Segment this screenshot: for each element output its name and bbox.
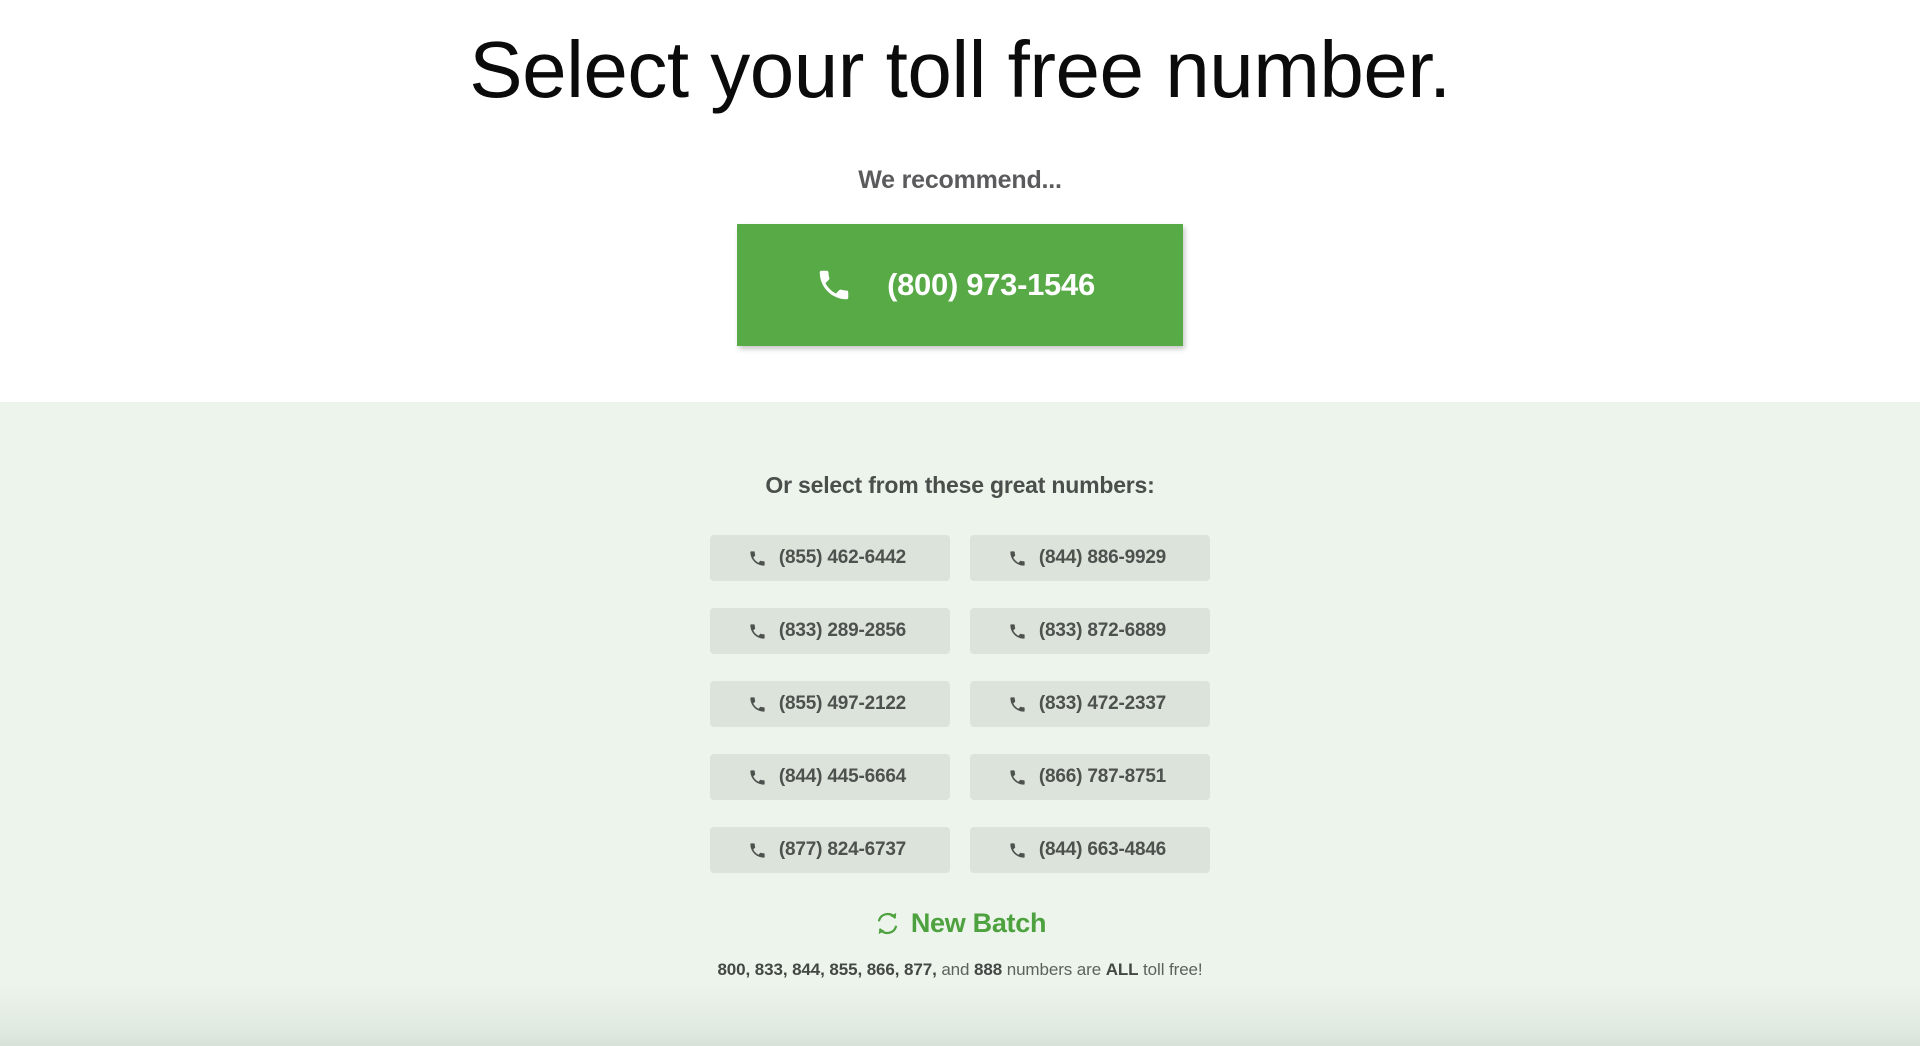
phone-icon <box>1008 695 1027 714</box>
number-option-button[interactable]: (844) 445-6664 <box>710 754 950 800</box>
phone-icon <box>1008 622 1027 641</box>
phone-icon <box>1008 768 1027 787</box>
footnote-middle: numbers are <box>1002 960 1106 979</box>
number-option-label: (855) 497-2122 <box>778 693 907 714</box>
toll-free-number-picker-page: Select your toll free number. We recomme… <box>0 0 1920 1046</box>
number-option-button[interactable]: (855) 497-2122 <box>710 681 950 727</box>
footnote-emphasis: ALL <box>1105 960 1139 979</box>
recommended-number-label: (800) 973-1546 <box>887 267 1095 302</box>
hero-section: Select your toll free number. We recomme… <box>0 0 1920 402</box>
number-option-label: (844) 886-9929 <box>1038 547 1167 568</box>
phone-icon <box>1008 841 1027 860</box>
number-option-button[interactable]: (866) 787-8751 <box>970 754 1210 800</box>
new-batch-label: New Batch <box>910 908 1047 938</box>
number-grid: (855) 462-6442 (844) 886-9929 (833) 289-… <box>710 535 1210 873</box>
phone-icon <box>815 266 853 304</box>
number-option-button[interactable]: (877) 824-6737 <box>710 827 950 873</box>
phone-icon <box>748 549 767 568</box>
footnote-prefixes: 800, 833, 844, 855, 866, 877, <box>717 960 937 979</box>
toll-free-footnote: 800, 833, 844, 855, 866, 877, and 888 nu… <box>0 960 1920 980</box>
footnote-last-prefix: 888 <box>974 960 1003 979</box>
phone-icon <box>748 695 767 714</box>
number-option-label: (833) 289-2856 <box>778 620 907 641</box>
number-picker-section: Or select from these great numbers: (855… <box>0 402 1920 1046</box>
new-batch-button[interactable]: New Batch <box>874 908 1046 939</box>
number-option-button[interactable]: (855) 462-6442 <box>710 535 950 581</box>
number-option-button[interactable]: (833) 872-6889 <box>970 608 1210 654</box>
picker-label: Or select from these great numbers: <box>765 472 1155 498</box>
page-title: Select your toll free number. <box>469 25 1451 114</box>
number-option-label: (844) 663-4846 <box>1038 839 1167 860</box>
phone-icon <box>748 622 767 641</box>
number-option-button[interactable]: (844) 886-9929 <box>970 535 1210 581</box>
number-option-label: (833) 872-6889 <box>1038 620 1167 641</box>
footnote-conjunction: and <box>936 960 975 979</box>
phone-icon <box>748 768 767 787</box>
number-option-label: (866) 787-8751 <box>1038 766 1167 787</box>
number-option-label: (855) 462-6442 <box>778 547 907 568</box>
number-option-label: (877) 824-6737 <box>778 839 907 860</box>
number-option-label: (833) 472-2337 <box>1038 693 1167 714</box>
number-option-button[interactable]: (833) 472-2337 <box>970 681 1210 727</box>
number-option-button[interactable]: (844) 663-4846 <box>970 827 1210 873</box>
phone-icon <box>748 841 767 860</box>
refresh-icon <box>874 910 901 937</box>
phone-icon <box>1008 549 1027 568</box>
number-option-button[interactable]: (833) 289-2856 <box>710 608 950 654</box>
footnote-tail: toll free! <box>1138 960 1203 979</box>
recommend-label: We recommend... <box>858 166 1062 194</box>
recommended-number-button[interactable]: (800) 973-1546 <box>737 224 1183 346</box>
number-option-label: (844) 445-6664 <box>778 766 907 787</box>
